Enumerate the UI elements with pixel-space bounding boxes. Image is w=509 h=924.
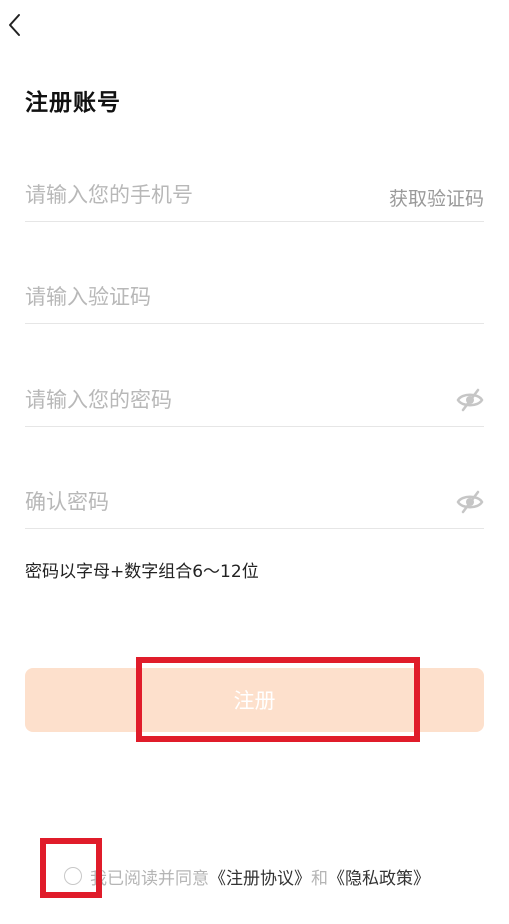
verification-code-input[interactable] bbox=[25, 273, 365, 321]
password-field bbox=[25, 376, 484, 427]
chevron-left-icon bbox=[9, 14, 20, 36]
get-code-button[interactable]: 获取验证码 bbox=[389, 184, 484, 211]
back-button[interactable] bbox=[0, 8, 28, 42]
password-visibility-toggle[interactable] bbox=[456, 386, 484, 414]
agreement-row: 我已阅读并同意 《注册协议》 和 《隐私政策》 bbox=[64, 862, 430, 890]
phone-field: 获取验证码 bbox=[25, 171, 484, 222]
register-button-label: 注册 bbox=[233, 689, 276, 713]
eye-off-icon bbox=[456, 490, 484, 514]
page-title: 注册账号 bbox=[25, 90, 121, 116]
password-input[interactable] bbox=[25, 376, 365, 424]
agreement-and: 和 bbox=[311, 868, 328, 889]
confirm-password-input[interactable] bbox=[25, 478, 365, 526]
code-field bbox=[25, 273, 484, 324]
agreement-prefix: 我已阅读并同意 bbox=[90, 868, 209, 889]
eye-off-icon bbox=[456, 388, 484, 412]
phone-input[interactable] bbox=[25, 171, 365, 219]
confirm-visibility-toggle[interactable] bbox=[456, 488, 484, 516]
confirm-password-field bbox=[25, 478, 484, 529]
privacy-link[interactable]: 《隐私政策》 bbox=[328, 864, 430, 889]
terms-link[interactable]: 《注册协议》 bbox=[209, 864, 311, 889]
agreement-radio[interactable] bbox=[64, 867, 82, 885]
register-button[interactable]: 注册 bbox=[25, 668, 484, 732]
password-hint: 密码以字母+数字组合6～12位 bbox=[25, 562, 259, 582]
